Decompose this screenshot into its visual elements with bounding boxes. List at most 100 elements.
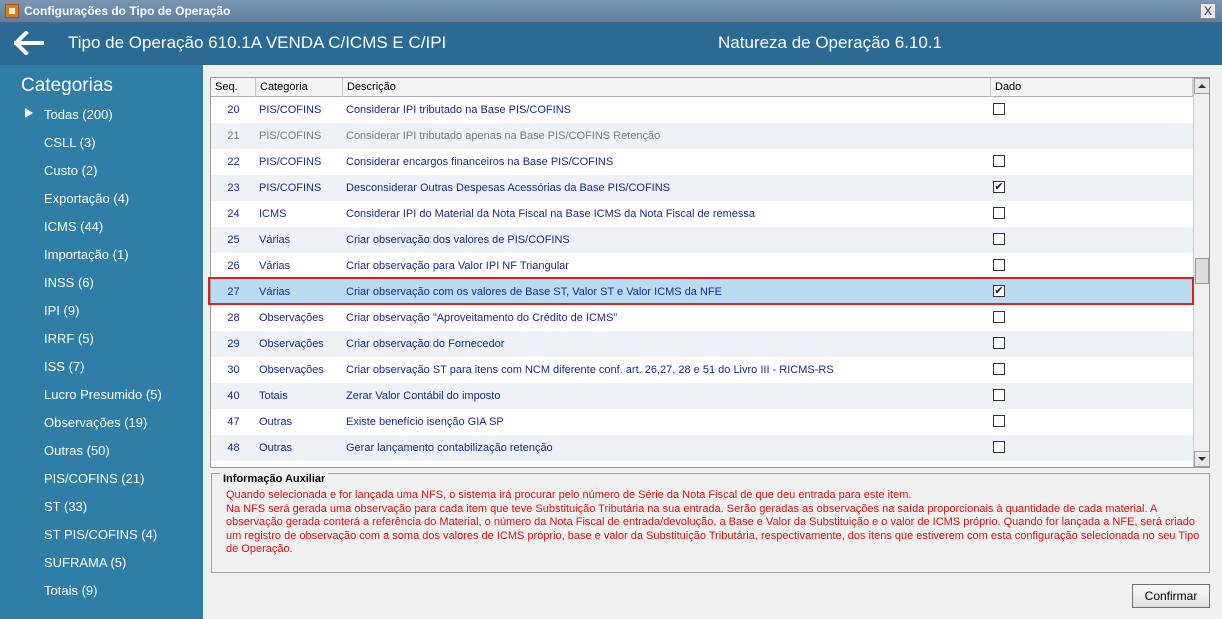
back-arrow-icon[interactable] xyxy=(14,31,44,55)
cell-seq: 21 xyxy=(227,130,240,142)
column-header-description[interactable]: Descrição xyxy=(343,78,991,97)
table-row[interactable]: 21 PIS/COFINS Considerar IPI tributado a… xyxy=(211,123,1193,149)
cell-category: PIS/COFINS xyxy=(259,182,322,194)
sidebar-item-pis-cofins[interactable]: PIS/COFINS (21) xyxy=(44,471,144,486)
cell-category: Outras xyxy=(259,416,293,428)
row-checkbox[interactable] xyxy=(993,389,1005,401)
column-header-category[interactable]: Categoria xyxy=(256,78,343,97)
window-titlebar: Configurações do Tipo de Operação X xyxy=(0,0,1222,23)
row-checkbox[interactable] xyxy=(993,311,1005,323)
configuration-grid: Seq. Categoria Descrição Dado 20 PIS/COF… xyxy=(210,77,1210,468)
cell-category: PIS/COFINS xyxy=(259,130,322,142)
table-row[interactable]: 29 Observações Criar observação do Forne… xyxy=(211,331,1193,357)
table-row[interactable]: 23 PIS/COFINS Desconsiderar Outras Despe… xyxy=(211,175,1193,201)
sidebar-item-importacao[interactable]: Importação (1) xyxy=(44,247,129,262)
cell-description: Criar observação com os valores de Base … xyxy=(346,286,722,298)
cell-seq: 47 xyxy=(227,416,240,428)
nature-title: Natureza de Operação 6.10.1 xyxy=(718,33,942,52)
cell-description: Considerar encargos financeiros na Base … xyxy=(346,156,614,168)
sidebar-item-st[interactable]: ST (33) xyxy=(44,499,87,514)
table-row[interactable]: 24 ICMS Considerar IPI do Material da No… xyxy=(211,201,1193,227)
sidebar-item-suframa[interactable]: SUFRAMA (5) xyxy=(44,555,126,570)
grid-header: Seq. Categoria Descrição Dado xyxy=(211,78,1193,97)
window-title: Configurações do Tipo de Operação xyxy=(24,4,231,18)
cell-category: Observações xyxy=(259,312,324,324)
sidebar-item-outras[interactable]: Outras (50) xyxy=(44,443,110,458)
sidebar-item-inss[interactable]: INSS (6) xyxy=(44,275,94,290)
info-text: Quando selecionada e for lançada uma NFS… xyxy=(226,489,1201,557)
cell-category: Totais xyxy=(259,390,288,402)
row-checkbox[interactable] xyxy=(993,207,1005,219)
cell-category: PIS/COFINS xyxy=(259,156,322,168)
row-checkbox[interactable]: ✔ xyxy=(993,285,1005,297)
vertical-scrollbar[interactable] xyxy=(1193,78,1209,467)
cell-description: Considerar IPI do Material da Nota Fisca… xyxy=(346,208,756,220)
column-header-value[interactable]: Dado xyxy=(991,78,1193,97)
page-header: Tipo de Operação 610.1A VENDA C/ICMS E C… xyxy=(0,23,1222,65)
sidebar-item-todas[interactable]: Todas (200) xyxy=(44,107,113,122)
table-row[interactable]: 26 Várias Criar observação para Valor IP… xyxy=(211,253,1193,279)
table-row[interactable]: 30 Observações Criar observação ST para … xyxy=(211,357,1193,383)
cell-seq: 23 xyxy=(227,182,240,194)
table-row-selected[interactable]: 27 Várias Criar observação com os valore… xyxy=(211,279,1193,305)
cell-description: Considerar IPI tributado na Base PIS/COF… xyxy=(346,104,571,116)
cell-description: Criar observação para Valor IPI NF Trian… xyxy=(346,260,569,272)
row-checkbox[interactable] xyxy=(993,337,1005,349)
cell-category: Observações xyxy=(259,338,324,350)
cell-seq: 40 xyxy=(227,390,240,402)
row-checkbox[interactable] xyxy=(993,259,1005,271)
scroll-thumb[interactable] xyxy=(1195,258,1209,284)
cell-category: ICMS xyxy=(259,208,287,220)
sidebar-item-exportacao[interactable]: Exportação (4) xyxy=(44,191,129,206)
row-checkbox[interactable] xyxy=(993,233,1005,245)
close-button[interactable]: X xyxy=(1200,3,1216,19)
row-checkbox[interactable] xyxy=(993,441,1005,453)
sidebar-item-custo[interactable]: Custo (2) xyxy=(44,163,97,178)
cell-seq: 22 xyxy=(227,156,240,168)
cell-seq: 27 xyxy=(227,286,240,298)
grid-body: 20 PIS/COFINS Considerar IPI tributado n… xyxy=(211,97,1193,467)
operation-title: Tipo de Operação 610.1A VENDA C/ICMS E C… xyxy=(68,33,447,52)
info-legend: Informação Auxiliar xyxy=(220,473,329,485)
sidebar-item-ipi[interactable]: IPI (9) xyxy=(44,303,79,318)
sidebar-item-icms[interactable]: ICMS (44) xyxy=(44,219,103,234)
table-row[interactable]: 25 Várias Criar observação dos valores d… xyxy=(211,227,1193,253)
table-row[interactable]: 48 Outras Gerar lançamento contabilizaçã… xyxy=(211,435,1193,461)
sidebar-item-observacoes[interactable]: Observações (19) xyxy=(44,415,147,430)
cell-category: Várias xyxy=(259,286,291,298)
sidebar-item-iss[interactable]: ISS (7) xyxy=(44,359,84,374)
sidebar-item-lucro-presumido[interactable]: Lucro Presumido (5) xyxy=(44,387,162,402)
confirm-button[interactable]: Confirmar xyxy=(1132,584,1210,608)
row-checkbox[interactable] xyxy=(993,363,1005,375)
row-checkbox[interactable] xyxy=(993,155,1005,167)
cell-category: Outras xyxy=(259,442,293,454)
sidebar-item-irrf[interactable]: IRRF (5) xyxy=(44,331,94,346)
row-checkbox[interactable]: ✔ xyxy=(993,181,1005,193)
categories-sidebar: Categorias Todas (200) CSLL (3) Custo (2… xyxy=(0,65,203,619)
cell-description: Criar observação "Aproveitamento do Créd… xyxy=(346,312,618,324)
sidebar-item-st-pis-cofins[interactable]: ST PIS/COFINS (4) xyxy=(44,527,157,542)
sidebar-item-csll[interactable]: CSLL (3) xyxy=(44,135,96,150)
cell-seq: 28 xyxy=(227,312,240,324)
table-row[interactable]: 22 PIS/COFINS Considerar encargos financ… xyxy=(211,149,1193,175)
table-row[interactable]: 20 PIS/COFINS Considerar IPI tributado n… xyxy=(211,97,1193,123)
column-header-seq[interactable]: Seq. xyxy=(211,78,256,97)
cell-seq: 25 xyxy=(227,234,240,246)
cell-seq: 30 xyxy=(227,364,240,376)
scroll-down-icon[interactable] xyxy=(1194,451,1209,467)
cell-seq: 24 xyxy=(227,208,240,220)
scroll-up-icon[interactable] xyxy=(1194,78,1209,94)
cell-description: Criar observação dos valores de PIS/COFI… xyxy=(346,234,570,246)
selected-arrow-icon xyxy=(25,108,33,118)
cell-description: Criar observação ST para itens com NCM d… xyxy=(346,364,834,376)
sidebar-item-totais[interactable]: Totais (9) xyxy=(44,583,97,598)
table-row[interactable]: 28 Observações Criar observação "Aprovei… xyxy=(211,305,1193,331)
table-row[interactable]: 40 Totais Zerar Valor Contábil do impost… xyxy=(211,383,1193,409)
table-row[interactable]: 47 Outras Existe benefício isenção GIA S… xyxy=(211,409,1193,435)
row-checkbox[interactable] xyxy=(993,103,1005,115)
row-checkbox[interactable] xyxy=(993,415,1005,427)
cell-description: Criar observação do Fornecedor xyxy=(346,338,505,350)
cell-category: Várias xyxy=(259,234,291,246)
info-line-1: Quando selecionada e for lançada uma NFS… xyxy=(226,489,912,501)
cell-category: Observações xyxy=(259,364,324,376)
